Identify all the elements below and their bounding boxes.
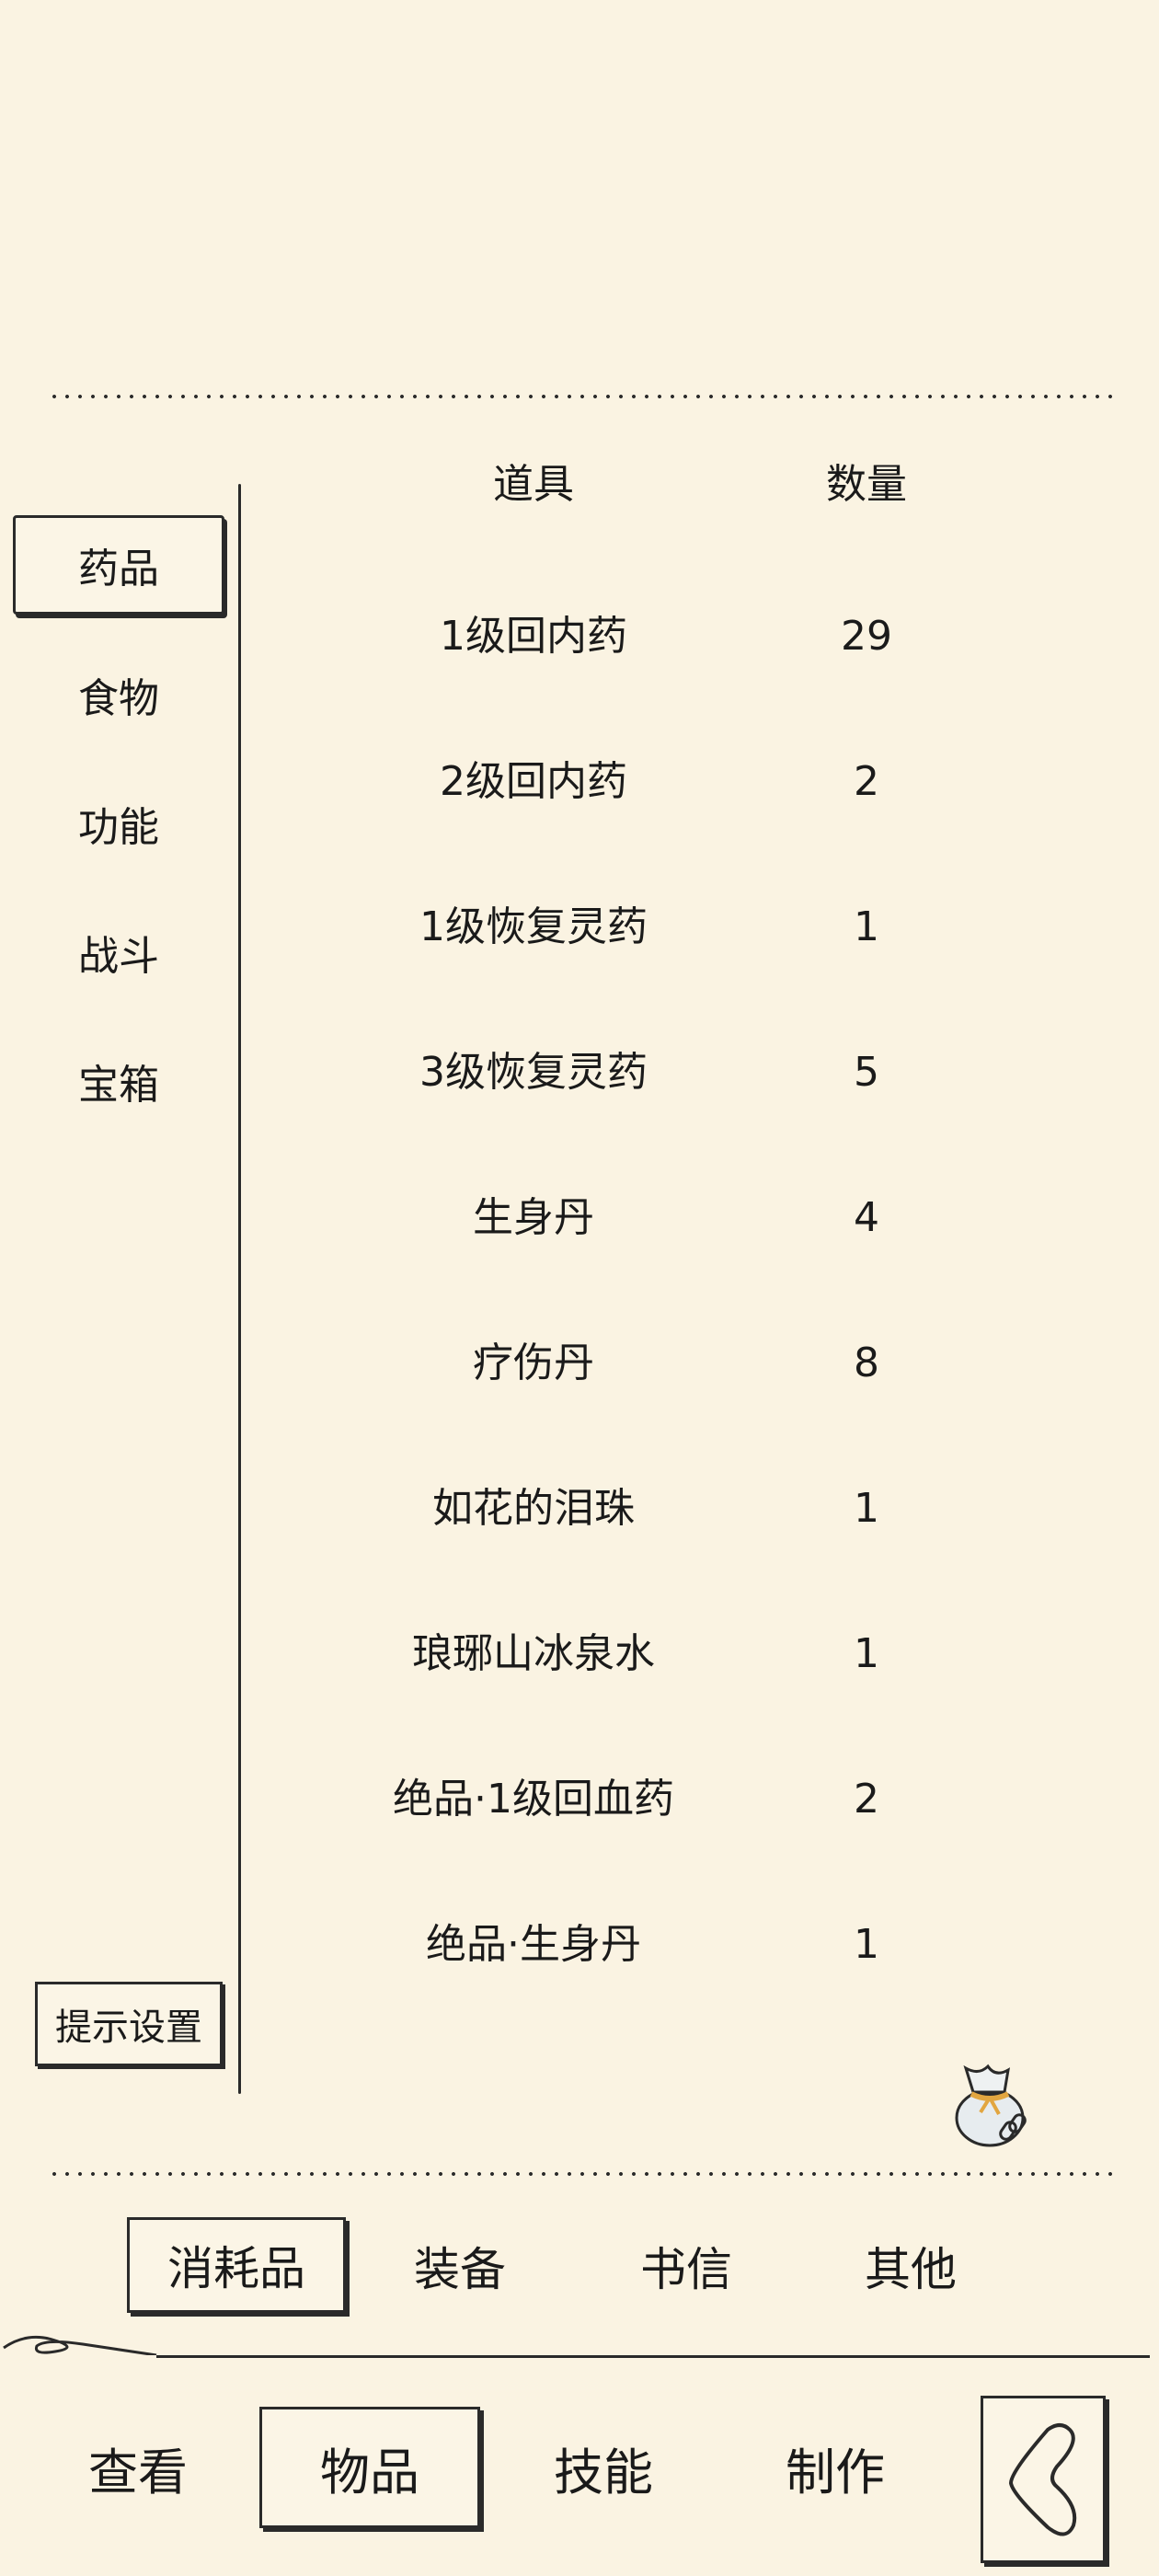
item-name: 生身丹 [473, 1194, 594, 1241]
item-quantity: 8 [854, 1340, 879, 1386]
item-name: 3级恢复灵药 [419, 1049, 648, 1096]
item-type-tabs: 消耗品 装备 书信 其他 [0, 2215, 1159, 2317]
item-name: 疗伤丹 [473, 1340, 594, 1386]
item-quantity: 1 [854, 1485, 879, 1532]
category-treasure-chest[interactable]: 宝箱 [13, 1030, 224, 1132]
decorative-swirl [3, 2335, 157, 2355]
item-quantity: 1 [854, 1630, 879, 1677]
nav-items[interactable]: 物品 [259, 2407, 480, 2528]
item-row[interactable]: 琅琊山冰泉水 1 [276, 1599, 1104, 1709]
bottom-dotted-divider [48, 2171, 1113, 2177]
item-row[interactable]: 绝品·1级回血药 2 [276, 1744, 1104, 1855]
category-divider [238, 484, 241, 2094]
item-row[interactable]: 2级回内药 2 [276, 727, 1104, 837]
item-quantity: 1 [854, 1921, 879, 1968]
category-function[interactable]: 功能 [13, 773, 224, 874]
nav-top-divider [156, 2355, 1150, 2358]
item-quantity: 5 [854, 1049, 879, 1096]
item-name: 绝品·1级回血药 [393, 1776, 674, 1823]
nav-view[interactable]: 查看 [55, 2403, 221, 2532]
item-row[interactable]: 绝品·生身丹 1 [276, 1890, 1104, 2000]
item-name: 2级回内药 [440, 758, 627, 805]
item-bag-icon[interactable] [947, 2050, 1039, 2151]
item-quantity: 29 [841, 613, 892, 660]
item-row[interactable]: 1级回内药 29 [276, 581, 1104, 692]
item-quantity: 2 [854, 1776, 879, 1823]
hint-settings-button[interactable]: 提示设置 [35, 1982, 223, 2066]
category-food[interactable]: 食物 [13, 644, 224, 745]
item-name: 1级恢复灵药 [419, 903, 648, 950]
top-dotted-divider [48, 394, 1113, 399]
item-name: 如花的泪珠 [432, 1485, 635, 1532]
item-row[interactable]: 如花的泪珠 1 [276, 1454, 1104, 1564]
tab-consumables[interactable]: 消耗品 [127, 2217, 346, 2313]
back-button[interactable] [981, 2396, 1106, 2563]
item-row[interactable]: 疗伤丹 8 [276, 1308, 1104, 1419]
item-name: 琅琊山冰泉水 [412, 1630, 655, 1677]
item-row[interactable]: 3级恢复灵药 5 [276, 1018, 1104, 1128]
item-row[interactable]: 生身丹 4 [276, 1163, 1104, 1273]
nav-crafting[interactable]: 制作 [752, 2403, 918, 2532]
category-medicine[interactable]: 药品 [13, 515, 224, 615]
tab-other[interactable]: 其他 [819, 2215, 1003, 2317]
tab-equipment[interactable]: 装备 [368, 2215, 552, 2317]
column-header-item: 道具 [493, 461, 574, 508]
item-quantity: 4 [854, 1194, 879, 1241]
item-name: 绝品·生身丹 [426, 1921, 641, 1968]
nav-skills[interactable]: 技能 [521, 2403, 686, 2532]
back-arrow-icon [1009, 2423, 1077, 2536]
item-quantity: 2 [854, 758, 879, 805]
item-quantity: 1 [854, 903, 879, 950]
item-name: 1级回内药 [440, 613, 627, 660]
item-row[interactable]: 1级恢复灵药 1 [276, 872, 1104, 983]
category-combat[interactable]: 战斗 [13, 902, 224, 1003]
tab-letters[interactable]: 书信 [594, 2215, 778, 2317]
column-header-quantity: 数量 [826, 461, 907, 508]
